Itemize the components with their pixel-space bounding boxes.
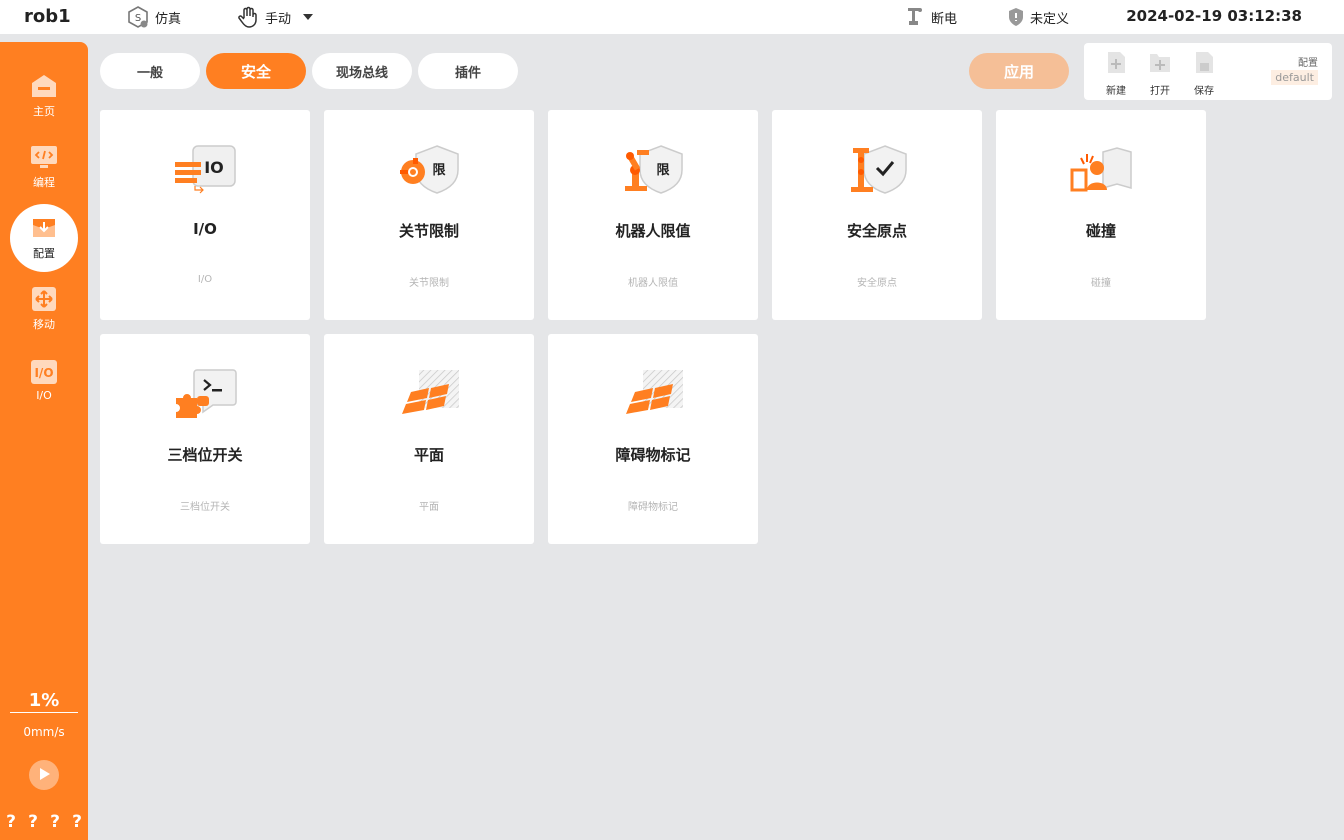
card-title: 障碍物标记 [615,446,691,464]
speed-divider [10,712,78,713]
simulation-mode-indicator[interactable]: S 仿真 [126,5,181,29]
card-subtitle: 三档位开关 [180,502,230,513]
shield-icon [1007,7,1025,27]
obstacle-marker-icon [621,368,685,418]
card-title: 平面 [413,446,444,464]
card-title: 三档位开关 [167,446,243,464]
play-button[interactable] [29,760,59,790]
sidebar-item-label: 配置 [33,247,55,260]
new-config-label: 新建 [1106,86,1126,97]
power-status-label: 断电 [931,11,958,27]
folder-icon [1148,49,1172,82]
svg-text:S: S [135,13,141,24]
config-icon [30,215,58,241]
svg-text:I/O: I/O [34,366,53,380]
card-obstacle-marker[interactable]: 障碍物标记 障碍物标记 [548,334,758,544]
card-three-position-switch[interactable]: 三档位开关 三档位开关 [100,334,310,544]
joint-limit-icon: 限 [397,144,461,194]
open-config-label: 打开 [1150,86,1170,97]
code-icon [30,144,58,170]
sidebar-item-programming[interactable]: 编程 [10,133,78,201]
simulation-icon: S [126,5,150,29]
new-file-icon [1104,49,1128,82]
card-subtitle: I/O [197,274,213,285]
save-icon [1192,49,1216,82]
safety-status-label: 未定义 [1030,11,1070,27]
card-subtitle: 安全原点 [857,278,897,289]
sidebar-item-move[interactable]: 移动 [10,275,78,343]
config-name-value[interactable]: default [1271,70,1318,85]
card-title: I/O [193,220,217,238]
control-mode-label: 手动 [265,11,292,27]
chevron-down-icon [302,12,314,22]
sidebar-item-io[interactable]: I/O I/O [10,346,78,414]
speed-percentage[interactable]: 1% [0,690,88,711]
svg-text:限: 限 [432,163,446,178]
power-status: 断电 [906,5,957,29]
status-indicator[interactable]: ? [45,812,65,832]
card-subtitle: 机器人限值 [628,278,678,289]
status-indicator[interactable]: ? [23,812,43,832]
datetime-display: 2024-02-19 03:12:38 [1126,7,1302,25]
sidebar-item-label: 编程 [33,176,55,189]
open-config-button[interactable]: 打开 [1140,49,1180,97]
config-file-panel: 新建 打开 保存 配置 default [1084,43,1332,100]
hand-icon [236,5,260,29]
status-indicator[interactable]: ? [67,812,87,832]
sidebar-item-label: I/O [36,388,52,402]
robot-limit-icon: 限 [621,144,685,194]
home-icon [30,73,58,99]
io-card-icon: IO [173,144,237,194]
card-title: 碰撞 [1085,222,1116,240]
control-mode-dropdown[interactable]: 手动 [236,5,314,29]
new-config-button[interactable]: 新建 [1096,49,1136,97]
simulation-mode-label: 仿真 [155,11,182,27]
save-config-button[interactable]: 保存 [1184,49,1224,97]
sidebar-item-label: 移动 [33,318,55,331]
tcp-speed: 0mm/s [23,725,65,739]
card-title: 关节限制 [398,222,459,240]
card-plane[interactable]: 平面 平面 [324,334,534,544]
card-title: 机器人限值 [615,222,691,240]
safe-home-icon [845,144,909,194]
card-subtitle: 碰撞 [1091,278,1111,289]
card-subtitle: 障碍物标记 [628,502,678,513]
svg-text:限: 限 [656,163,670,178]
card-io[interactable]: IO I/O I/O [100,110,310,320]
tab-safety[interactable]: 安全 [206,53,306,89]
apply-button[interactable]: 应用 [969,53,1069,89]
collision-icon [1069,144,1133,194]
safety-status: 未定义 [1007,5,1069,29]
robot-name: rob1 [24,6,71,27]
plane-icon [397,368,461,418]
status-indicator[interactable]: ? [1,812,21,832]
robot-power-icon [906,6,926,28]
io-icon: I/O [30,359,58,385]
card-robot-limit[interactable]: 限 机器人限值 机器人限值 [548,110,758,320]
top-bar: rob1 S 仿真 手动 断电 未定义 2024-02-19 03:12:38 [0,0,1344,34]
card-safe-home[interactable]: 安全原点 安全原点 [772,110,982,320]
card-subtitle: 平面 [419,502,439,513]
tab-fieldbus[interactable]: 现场总线 [312,53,412,89]
tab-plugins[interactable]: 插件 [418,53,518,89]
card-subtitle: 关节限制 [409,278,449,289]
play-icon [37,766,51,785]
three-position-switch-icon [173,368,237,418]
card-collision[interactable]: 碰撞 碰撞 [996,110,1206,320]
svg-text:IO: IO [204,158,224,177]
sidebar-item-label: 主页 [33,105,55,118]
sidebar-item-home[interactable]: 主页 [10,62,78,130]
card-joint-limit[interactable]: 限 关节限制 关节限制 [324,110,534,320]
sidebar-item-config[interactable]: 配置 [10,204,78,272]
save-config-label: 保存 [1194,86,1214,97]
card-title: 安全原点 [846,222,907,240]
tab-general[interactable]: 一般 [100,53,200,89]
config-name-label: 配置 [1298,58,1318,69]
sidebar: 主页 编程 配置 移动 I/O I/O 1% 0mm/s ? ? ? ? [0,42,88,840]
move-icon [30,286,58,312]
